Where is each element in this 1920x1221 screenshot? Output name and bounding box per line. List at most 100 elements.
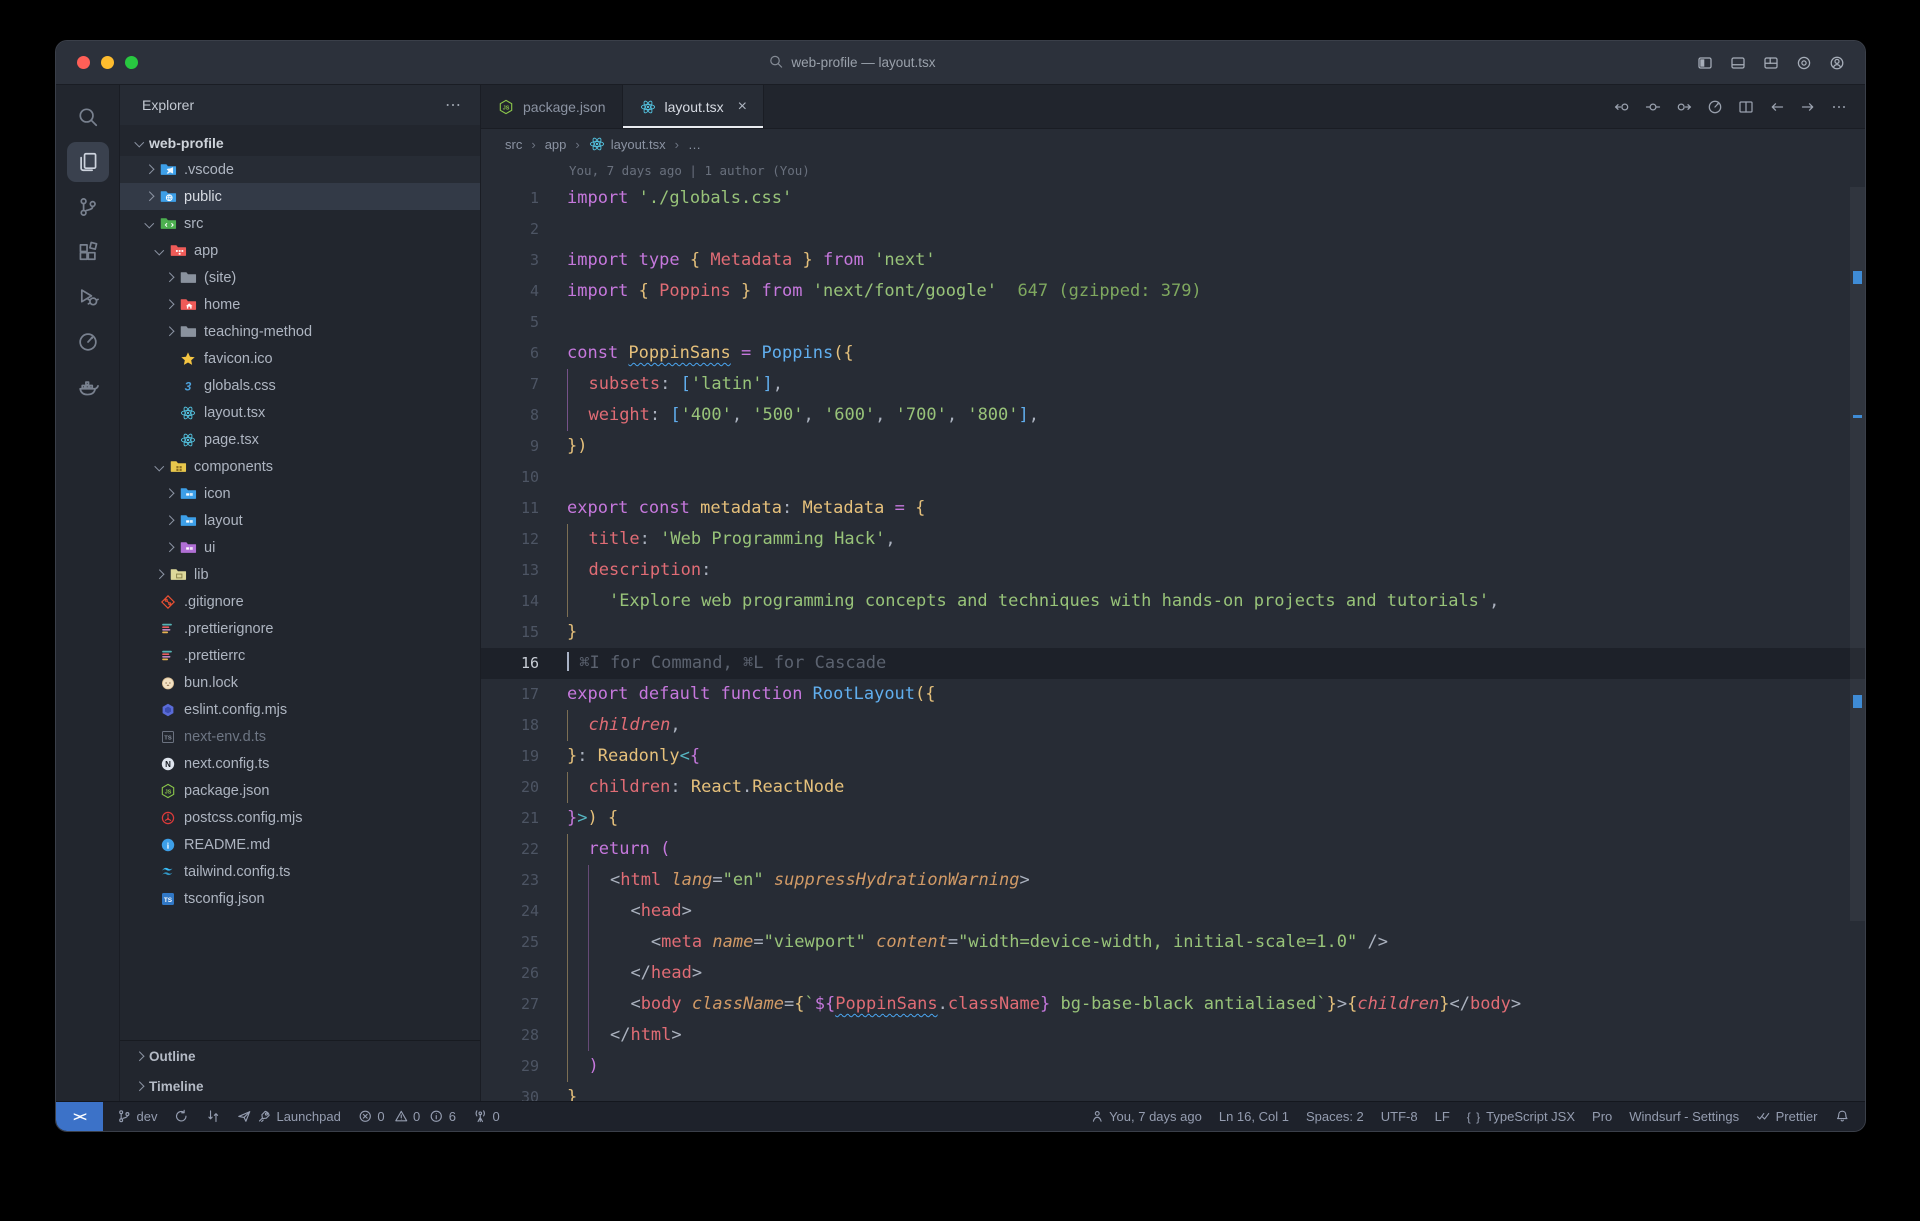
line-number[interactable]: 10 [481,462,539,493]
code-line-14[interactable]: 14 'Explore web programming concepts and… [481,586,1865,617]
status-6[interactable]: 6 [429,1109,456,1124]
tree-item-package.json[interactable]: JSpackage.json [120,777,480,804]
code-line-1[interactable]: 1import './globals.css' [481,183,1865,214]
status-0[interactable]: 0 [394,1109,421,1124]
status-dev[interactable]: dev [117,1109,157,1124]
status-0[interactable]: 0 [473,1109,500,1124]
panel-left-toggle-icon[interactable] [1697,55,1713,71]
close-window-button[interactable] [77,56,90,69]
code-line-29[interactable]: 29 ) [481,1051,1865,1082]
line-number[interactable]: 2 [481,214,539,245]
code-line-22[interactable]: 22 return ( [481,834,1865,865]
line-number[interactable]: 11 [481,493,539,524]
line-number[interactable]: 20 [481,772,539,803]
problems-indicator[interactable]: 006 [358,1109,456,1124]
code-line-13[interactable]: 13 description: [481,555,1865,586]
line-number[interactable]: 16 [481,648,539,679]
code-line-11[interactable]: 11export const metadata: Metadata = { [481,493,1865,524]
tree-item-bun.lock[interactable]: bun.lock [120,669,480,696]
code-line-19[interactable]: 19}: Readonly<{ [481,741,1865,772]
tree-item-public[interactable]: public [120,183,480,210]
status-bell[interactable] [1835,1109,1850,1124]
tree-item-home[interactable]: home [120,291,480,318]
code-line-20[interactable]: 20 children: React.ReactNode [481,772,1865,803]
gitlens-annotation[interactable]: You, 7 days ago | 1 author (You) [481,159,1865,183]
tab-package.json[interactable]: JSpackage.json [481,85,623,128]
code-line-25[interactable]: 25 <meta name="viewport" content="width=… [481,927,1865,958]
code-line-7[interactable]: 7 subsets: ['latin'], [481,369,1865,400]
tree-item-next.config.ts[interactable]: Nnext.config.ts [120,750,480,777]
tree-item-README.md[interactable]: iREADME.md [120,831,480,858]
tree-item-.vscode[interactable]: .vscode [120,156,480,183]
activity-files-icon[interactable] [67,142,109,182]
line-number[interactable]: 13 [481,555,539,586]
tree-item-components[interactable]: components [120,453,480,480]
go-right-icon[interactable] [1676,99,1692,115]
activity-search-icon[interactable] [67,97,109,137]
tree-item-teaching-method[interactable]: teaching-method [120,318,480,345]
code-line-17[interactable]: 17export default function RootLayout({ [481,679,1865,710]
breadcrumb-item-layout.tsx[interactable]: layout.tsx [589,136,666,152]
line-number[interactable]: 29 [481,1051,539,1082]
status-windsurf-settings[interactable]: Windsurf - Settings [1629,1109,1739,1124]
line-number[interactable]: 14 [481,586,539,617]
layout-customize-icon[interactable] [1763,55,1779,71]
line-number[interactable]: 6 [481,338,539,369]
line-number[interactable]: 19 [481,741,539,772]
zoom-window-button[interactable] [125,56,138,69]
activity-debug-icon[interactable] [67,277,109,317]
tree-item-layout[interactable]: layout [120,507,480,534]
tree-item-page.tsx[interactable]: page.tsx [120,426,480,453]
activity-extensions-icon[interactable] [67,232,109,272]
line-number[interactable]: 22 [481,834,539,865]
status-sync[interactable] [174,1109,189,1124]
record-icon[interactable] [1796,55,1812,71]
panel-bottom-toggle-icon[interactable] [1730,55,1746,71]
line-number[interactable]: 18 [481,710,539,741]
line-number[interactable]: 5 [481,307,539,338]
code-editor[interactable]: 1import './globals.css'23import type { M… [481,183,1865,1101]
tree-item-favicon.ico[interactable]: favicon.ico [120,345,480,372]
line-number[interactable]: 28 [481,1020,539,1051]
code-line-10[interactable]: 10 [481,462,1865,493]
code-line-2[interactable]: 2 [481,214,1865,245]
status-compare[interactable] [206,1109,221,1124]
line-number[interactable]: 1 [481,183,539,214]
activity-pendulum-icon[interactable] [67,322,109,362]
tree-item-ui[interactable]: ui [120,534,480,561]
code-line-23[interactable]: 23 <html lang="en" suppressHydrationWarn… [481,865,1865,896]
scrollbar-thumb[interactable] [1850,187,1865,921]
line-number[interactable]: 12 [481,524,539,555]
tree-item-globals.css[interactable]: 3globals.css [120,372,480,399]
sidebar-section-outline[interactable]: Outline [120,1041,480,1071]
tree-item-next-env.d.ts[interactable]: TSnext-env.d.ts [120,723,480,750]
code-line-4[interactable]: 4import { Poppins } from 'next/font/goog… [481,276,1865,307]
status-lf[interactable]: LF [1435,1109,1450,1124]
account-icon[interactable] [1829,55,1845,71]
status-you-7-days-ago[interactable]: You, 7 days ago [1090,1109,1202,1124]
code-line-27[interactable]: 27 <body className={`${PoppinSans.classN… [481,989,1865,1020]
line-number[interactable]: 24 [481,896,539,927]
line-number[interactable]: 30 [481,1082,539,1101]
line-number[interactable]: 7 [481,369,539,400]
line-number[interactable]: 27 [481,989,539,1020]
line-number[interactable]: 25 [481,927,539,958]
code-line-16[interactable]: 16 ⌘I for Command, ⌘L for Cascade [481,648,1865,679]
code-line-8[interactable]: 8 weight: ['400', '500', '600', '700', '… [481,400,1865,431]
tree-item-app[interactable]: app [120,237,480,264]
status-0[interactable]: 0 [358,1109,385,1124]
tree-item-postcss.config.mjs[interactable]: postcss.config.mjs [120,804,480,831]
breadcrumb-item-…[interactable]: … [688,137,701,152]
code-line-30[interactable]: 30} [481,1082,1865,1101]
go-circle-icon[interactable] [1645,99,1661,115]
line-number[interactable]: 26 [481,958,539,989]
tree-item-.prettierrc[interactable]: .prettierrc [120,642,480,669]
activity-docker-icon[interactable] [67,367,109,407]
tree-item-eslint.config.mjs[interactable]: eslint.config.mjs [120,696,480,723]
status-typescript-jsx[interactable]: { }TypeScript JSX [1467,1109,1575,1124]
code-line-3[interactable]: 3import type { Metadata } from 'next' [481,245,1865,276]
arrow-left-icon[interactable] [1769,99,1785,115]
tree-item-.gitignore[interactable]: .gitignore [120,588,480,615]
tree-item-tsconfig.json[interactable]: TStsconfig.json [120,885,480,912]
tree-item-icon[interactable]: icon [120,480,480,507]
